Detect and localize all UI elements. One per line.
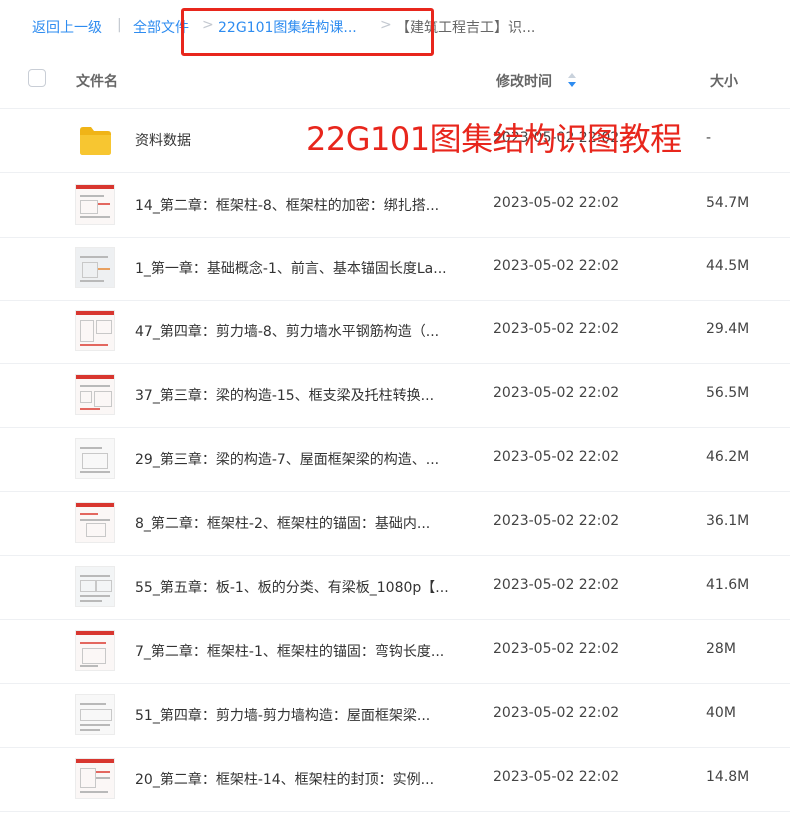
select-all-checkbox[interactable] [28, 69, 46, 87]
video-thumbnail-icon [75, 247, 115, 288]
file-size: 56.5M [706, 385, 750, 401]
highlight-annotation-box [181, 8, 434, 56]
file-row[interactable]: 37_第三章：梁的构造-15、框支梁及托柱转换... 2023-05-02 22… [0, 365, 790, 428]
file-list-header: 文件名 修改时间 大小 [0, 52, 790, 109]
file-size: 44.5M [706, 258, 750, 274]
file-modified-time: 2023-05-02 22:02 [493, 385, 620, 401]
file-name[interactable]: 7_第二章：框架柱-1、框架柱的锚固：弯钩长度... [135, 641, 444, 661]
breadcrumb-divider: | [117, 17, 122, 33]
file-modified-time: 2023-05-02 22:02 [493, 321, 620, 337]
column-header-size[interactable]: 大小 [710, 71, 738, 91]
overlay-annotation-title: 22G101图集结构识图教程 [306, 120, 682, 158]
folder-icon [80, 127, 111, 155]
file-modified-time: 2023-05-02 22:02 [493, 641, 620, 657]
file-size: 28M [706, 641, 736, 657]
video-thumbnail-icon [75, 630, 115, 671]
back-link[interactable]: 返回上一级 [32, 17, 102, 37]
file-name[interactable]: 1_第一章：基础概念-1、前言、基本锚固长度La... [135, 258, 447, 278]
file-row[interactable]: 8_第二章：框架柱-2、框架柱的锚固：基础内... 2023-05-02 22:… [0, 493, 790, 556]
file-row[interactable]: 7_第二章：框架柱-1、框架柱的锚固：弯钩长度... 2023-05-02 22… [0, 621, 790, 684]
file-name[interactable]: 37_第三章：梁的构造-15、框支梁及托柱转换... [135, 385, 434, 405]
video-thumbnail-icon [75, 184, 115, 225]
column-header-modified[interactable]: 修改时间 [496, 71, 552, 91]
file-size: 36.1M [706, 513, 750, 529]
file-name[interactable]: 47_第四章：剪力墙-8、剪力墙水平钢筋构造（... [135, 321, 439, 341]
file-size: - [706, 130, 712, 146]
file-name[interactable]: 51_第四章：剪力墙-剪力墙构造：屋面框架梁... [135, 705, 430, 725]
file-name[interactable]: 资料数据 [135, 130, 191, 150]
file-row[interactable]: 29_第三章：梁的构造-7、屋面框架梁的构造、... 2023-05-02 22… [0, 429, 790, 492]
file-name[interactable]: 29_第三章：梁的构造-7、屋面框架梁的构造、... [135, 449, 439, 469]
video-thumbnail-icon [75, 374, 115, 415]
video-thumbnail-icon [75, 694, 115, 735]
file-name[interactable]: 14_第二章：框架柱-8、框架柱的加密：绑扎搭... [135, 195, 439, 215]
file-name[interactable]: 20_第二章：框架柱-14、框架柱的封顶：实例... [135, 769, 434, 789]
file-modified-time: 2023-05-02 22:02 [493, 449, 620, 465]
file-row[interactable]: 55_第五章：板-1、板的分类、有梁板_1080p【... 2023-05-02… [0, 557, 790, 620]
file-name[interactable]: 8_第二章：框架柱-2、框架柱的锚固：基础内... [135, 513, 430, 533]
file-row[interactable]: 47_第四章：剪力墙-8、剪力墙水平钢筋构造（... 2023-05-02 22… [0, 301, 790, 364]
video-thumbnail-icon [75, 566, 115, 607]
file-modified-time: 2023-05-02 22:02 [493, 195, 620, 211]
column-header-name[interactable]: 文件名 [76, 71, 118, 91]
file-modified-time: 2023-05-02 22:02 [493, 513, 620, 529]
video-thumbnail-icon [75, 502, 115, 543]
file-modified-time: 2023-05-02 22:02 [493, 705, 620, 721]
file-row[interactable]: 1_第一章：基础概念-1、前言、基本锚固长度La... 2023-05-02 2… [0, 238, 790, 301]
file-row[interactable]: 20_第二章：框架柱-14、框架柱的封顶：实例... 2023-05-02 22… [0, 749, 790, 812]
file-row[interactable]: 14_第二章：框架柱-8、框架柱的加密：绑扎搭... 2023-05-02 22… [0, 175, 790, 238]
file-row[interactable]: 51_第四章：剪力墙-剪力墙构造：屋面框架梁... 2023-05-02 22:… [0, 685, 790, 748]
video-thumbnail-icon [75, 758, 115, 799]
file-size: 29.4M [706, 321, 750, 337]
video-thumbnail-icon [75, 438, 115, 479]
file-modified-time: 2023-05-02 22:02 [493, 769, 620, 785]
file-size: 40M [706, 705, 736, 721]
file-size: 14.8M [706, 769, 750, 785]
video-thumbnail-icon [75, 310, 115, 351]
file-modified-time: 2023-05-02 22:02 [493, 258, 620, 274]
file-size: 41.6M [706, 577, 750, 593]
file-size: 54.7M [706, 195, 750, 211]
file-size: 46.2M [706, 449, 750, 465]
file-name[interactable]: 55_第五章：板-1、板的分类、有梁板_1080p【... [135, 577, 449, 597]
sort-icon[interactable] [567, 72, 577, 88]
file-modified-time: 2023-05-02 22:02 [493, 577, 620, 593]
